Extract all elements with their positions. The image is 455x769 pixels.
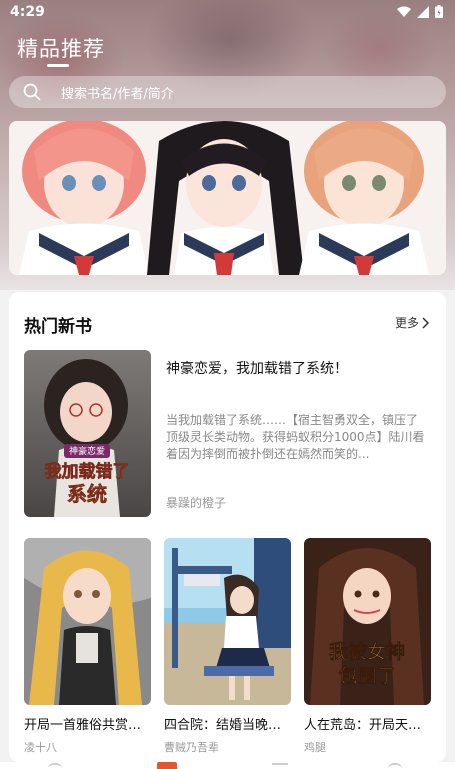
more-link[interactable]: 更多: [395, 314, 430, 331]
featured-cover-line-3: 系统: [67, 482, 107, 506]
nav-home-icon[interactable]: [48, 763, 62, 769]
section-title: 热门新书: [24, 317, 92, 337]
featured-book-description: 当我加载错了系统……【宿主智勇双全，镇压了顶级灵长类动物。获得蚂蚁积分1000点…: [166, 413, 425, 461]
book-title: 人在荒岛：开局天…: [304, 718, 422, 733]
book-author: 曹贼乃吾辈: [164, 741, 219, 754]
book-cover[interactable]: [24, 538, 151, 705]
book-cover-image: [164, 538, 291, 705]
book-item[interactable]: 四合院：结婚当晚… 曹贼乃吾辈: [164, 538, 291, 755]
book-title: 开局一首雅俗共赏…: [24, 718, 142, 733]
more-label: 更多: [394, 316, 419, 330]
search-bar[interactable]: 搜索书名/作者/简介: [9, 76, 446, 108]
signal-icon: [417, 5, 429, 18]
chevron-right-icon: [422, 316, 430, 329]
nav-bookstore-icon[interactable]: [157, 762, 177, 769]
book-cover-image: [24, 538, 151, 705]
status-time: 4:29: [10, 4, 45, 20]
book-title: 四合院：结婚当晚…: [164, 718, 282, 733]
book-author: 凌十八: [24, 741, 57, 754]
featured-cover-line-1: 神豪恋爱: [69, 445, 105, 457]
banner-carousel[interactable]: [9, 121, 446, 275]
bottom-navigation: [0, 762, 455, 769]
search-icon: [23, 83, 41, 101]
hot-new-books-card: 热门新书 更多 神豪恋爱 我加载错了 系统 神豪恋爱，我加载错了系统！ 当我加载…: [9, 292, 446, 762]
book-cover[interactable]: 我被女神 包围了: [304, 538, 431, 705]
featured-book-title[interactable]: 神豪恋爱，我加载错了系统！: [166, 358, 436, 378]
featured-book-cover[interactable]: 神豪恋爱 我加载错了 系统: [24, 350, 151, 517]
nav-shelf-icon[interactable]: [272, 763, 288, 769]
featured-cover-image: 神豪恋爱 我加载错了 系统: [24, 350, 151, 517]
title-underline: [47, 64, 69, 67]
page-title: 精品推荐: [17, 37, 105, 61]
book-item[interactable]: 开局一首雅俗共赏… 凌十八: [24, 538, 151, 755]
featured-book-author: 暴躁的橙子: [166, 496, 227, 510]
book-cover-image: 我被女神 包围了: [304, 538, 431, 705]
book-author: 鸡腿: [304, 741, 326, 754]
cover-title-line-1: 我被女神: [329, 640, 405, 663]
search-placeholder: 搜索书名/作者/简介: [61, 87, 174, 102]
status-bar: 4:29: [0, 0, 455, 26]
battery-icon: [435, 5, 443, 18]
banner-image: [9, 121, 446, 275]
wifi-icon: [397, 6, 411, 17]
book-item[interactable]: 我被女神 包围了 人在荒岛：开局天… 鸡腿: [304, 538, 431, 755]
featured-cover-line-2: 我加载错了: [45, 461, 130, 482]
cover-title-line-2: 包围了: [338, 664, 395, 687]
nav-profile-icon[interactable]: [388, 763, 402, 769]
book-cover[interactable]: [164, 538, 291, 705]
